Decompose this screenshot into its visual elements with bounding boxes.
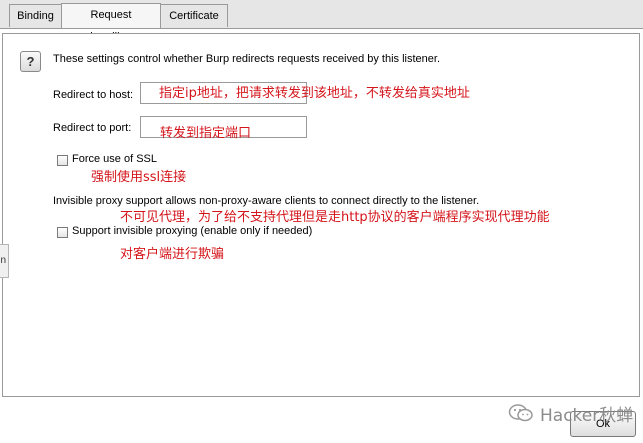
redirect-port-input[interactable]: [140, 116, 307, 138]
tab-strip: Binding Request handling Certificate: [0, 0, 643, 43]
watermark-text: Hacker秋蝉: [540, 405, 634, 426]
tab-request-handling[interactable]: Request handling: [61, 3, 161, 43]
settings-description: These settings control whether Burp redi…: [53, 53, 441, 65]
invisible-proxy-description: Invisible proxy support allows non-proxy…: [53, 195, 480, 207]
force-ssl-checkbox[interactable]: [57, 155, 68, 166]
watermark: Hacker秋蝉: [508, 400, 633, 426]
invisible-proxy-label[interactable]: Support invisible proxying (enable only …: [72, 225, 312, 237]
wechat-icon: [508, 404, 533, 422]
tab-certificate[interactable]: Certificate: [160, 4, 228, 27]
help-icon[interactable]: ?: [20, 51, 41, 72]
invisible-proxy-checkbox[interactable]: [57, 227, 68, 238]
redirect-port-label: Redirect to port:: [53, 122, 132, 134]
redirect-host-input[interactable]: [140, 82, 307, 104]
request-handling-panel: ? These settings control whether Burp re…: [2, 33, 640, 397]
side-panel-handle[interactable]: n: [0, 244, 9, 278]
tab-binding[interactable]: Binding: [9, 4, 62, 27]
force-ssl-label[interactable]: Force use of SSL: [72, 153, 157, 165]
redirect-host-label: Redirect to host:: [53, 89, 134, 101]
